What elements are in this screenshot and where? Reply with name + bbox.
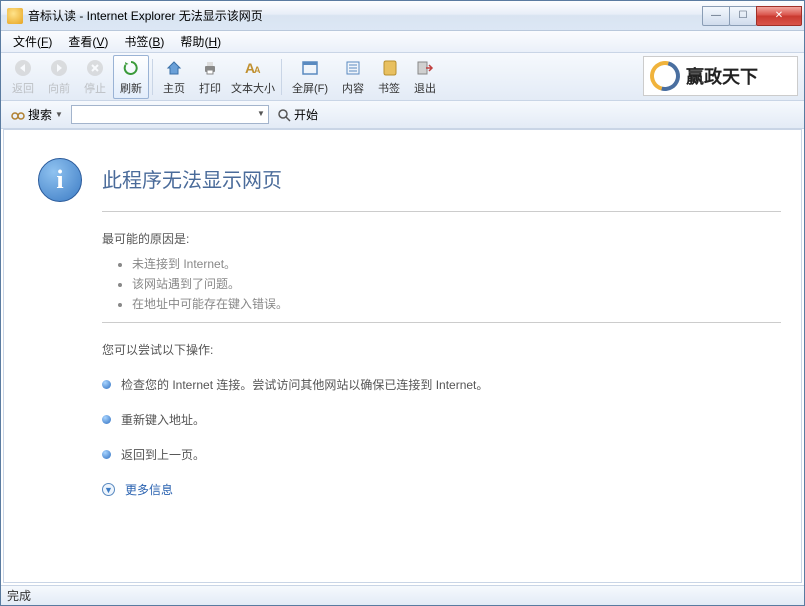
- brand-badge-text: 赢政天下: [686, 63, 758, 89]
- exit-icon: [415, 58, 435, 78]
- app-icon: [7, 8, 23, 24]
- textsize-button[interactable]: AA 文本大小: [228, 55, 278, 99]
- refresh-icon: [121, 58, 141, 78]
- fullscreen-icon: [300, 58, 320, 78]
- menu-bookmark[interactable]: 书签(B): [116, 31, 172, 52]
- toolbar-separator: [281, 59, 282, 95]
- app-window: 音标认读 - Internet Explorer 无法显示该网页 — ☐ ✕ 文…: [0, 0, 805, 606]
- refresh-button[interactable]: 刷新: [113, 55, 149, 99]
- content-icon: [343, 58, 363, 78]
- bookmarks-icon: [379, 58, 399, 78]
- menubar: 文件(F) 查看(V) 书签(B) 帮助(H): [1, 31, 804, 53]
- bullet-icon: [102, 380, 111, 389]
- info-icon: i: [38, 158, 82, 202]
- forward-button[interactable]: 向前: [41, 55, 77, 99]
- action-goback: 返回到上一页。: [102, 446, 781, 463]
- search-input[interactable]: ▼: [71, 105, 269, 124]
- stop-icon: [85, 58, 105, 78]
- window-controls: — ☐ ✕: [703, 6, 802, 26]
- close-button[interactable]: ✕: [756, 6, 802, 26]
- content-area: i 此程序无法显示网页 最可能的原因是: 未连接到 Internet。 该网站遇…: [3, 129, 802, 583]
- maximize-button[interactable]: ☐: [729, 6, 757, 26]
- brand-badge-icon: [645, 56, 686, 97]
- error-reason-list: 未连接到 Internet。 该网站遇到了问题。 在地址中可能存在键入错误。: [132, 255, 781, 312]
- menu-file[interactable]: 文件(F): [5, 31, 60, 52]
- dropdown-icon: ▼: [257, 109, 265, 118]
- bullet-icon: [102, 415, 111, 424]
- toolbar-separator: [152, 59, 153, 95]
- error-reason-item: 未连接到 Internet。: [132, 255, 781, 272]
- bookmarks-button[interactable]: 书签: [371, 55, 407, 99]
- back-button[interactable]: 返回: [5, 55, 41, 99]
- expand-arrow-icon: ▼: [102, 483, 115, 496]
- action-list: 检查您的 Internet 连接。尝试访问其他网站以确保已连接到 Interne…: [102, 376, 781, 498]
- action-check-connection: 检查您的 Internet 连接。尝试访问其他网站以确保已连接到 Interne…: [102, 376, 781, 393]
- binoculars-icon: [11, 108, 25, 122]
- divider: [102, 211, 781, 212]
- forward-icon: [49, 58, 69, 78]
- error-title: 此程序无法显示网页: [102, 164, 781, 193]
- toolbar: 返回 向前 停止 刷新 主页 打印 AA 文本大小 全屏(F: [1, 53, 804, 101]
- error-page: i 此程序无法显示网页 最可能的原因是: 未连接到 Internet。 该网站遇…: [4, 130, 801, 536]
- titlebar: 音标认读 - Internet Explorer 无法显示该网页 — ☐ ✕: [1, 1, 804, 31]
- error-reason-item: 在地址中可能存在键入错误。: [132, 295, 781, 312]
- dropdown-icon: ▼: [55, 110, 63, 119]
- brand-badge: 赢政天下: [643, 56, 798, 96]
- search-label-button[interactable]: 搜索 ▼: [7, 106, 67, 123]
- status-text: 完成: [7, 587, 31, 604]
- error-reason-item: 该网站遇到了问题。: [132, 275, 781, 292]
- back-icon: [13, 58, 33, 78]
- textsize-icon: AA: [243, 58, 263, 78]
- statusbar: 完成: [1, 585, 804, 605]
- more-info-link[interactable]: 更多信息: [125, 481, 173, 498]
- bullet-icon: [102, 450, 111, 459]
- content-button[interactable]: 内容: [335, 55, 371, 99]
- searchbar: 搜索 ▼ ▼ 开始: [1, 101, 804, 129]
- search-start-button[interactable]: 开始: [273, 106, 322, 123]
- minimize-button[interactable]: —: [702, 6, 730, 26]
- fullscreen-button[interactable]: 全屏(F): [285, 55, 335, 99]
- magnifier-icon: [277, 108, 291, 122]
- print-icon: [200, 58, 220, 78]
- action-more-info[interactable]: ▼ 更多信息: [102, 481, 781, 498]
- divider: [102, 322, 781, 323]
- window-title: 音标认读 - Internet Explorer 无法显示该网页: [28, 7, 703, 24]
- error-reason-heading: 最可能的原因是:: [102, 230, 781, 247]
- action-retype: 重新键入地址。: [102, 411, 781, 428]
- svg-text:A: A: [254, 65, 261, 75]
- menu-help[interactable]: 帮助(H): [172, 31, 229, 52]
- home-icon: [164, 58, 184, 78]
- print-button[interactable]: 打印: [192, 55, 228, 99]
- error-try-heading: 您可以尝试以下操作:: [102, 341, 781, 358]
- home-button[interactable]: 主页: [156, 55, 192, 99]
- menu-view[interactable]: 查看(V): [60, 31, 116, 52]
- exit-button[interactable]: 退出: [407, 55, 443, 99]
- stop-button[interactable]: 停止: [77, 55, 113, 99]
